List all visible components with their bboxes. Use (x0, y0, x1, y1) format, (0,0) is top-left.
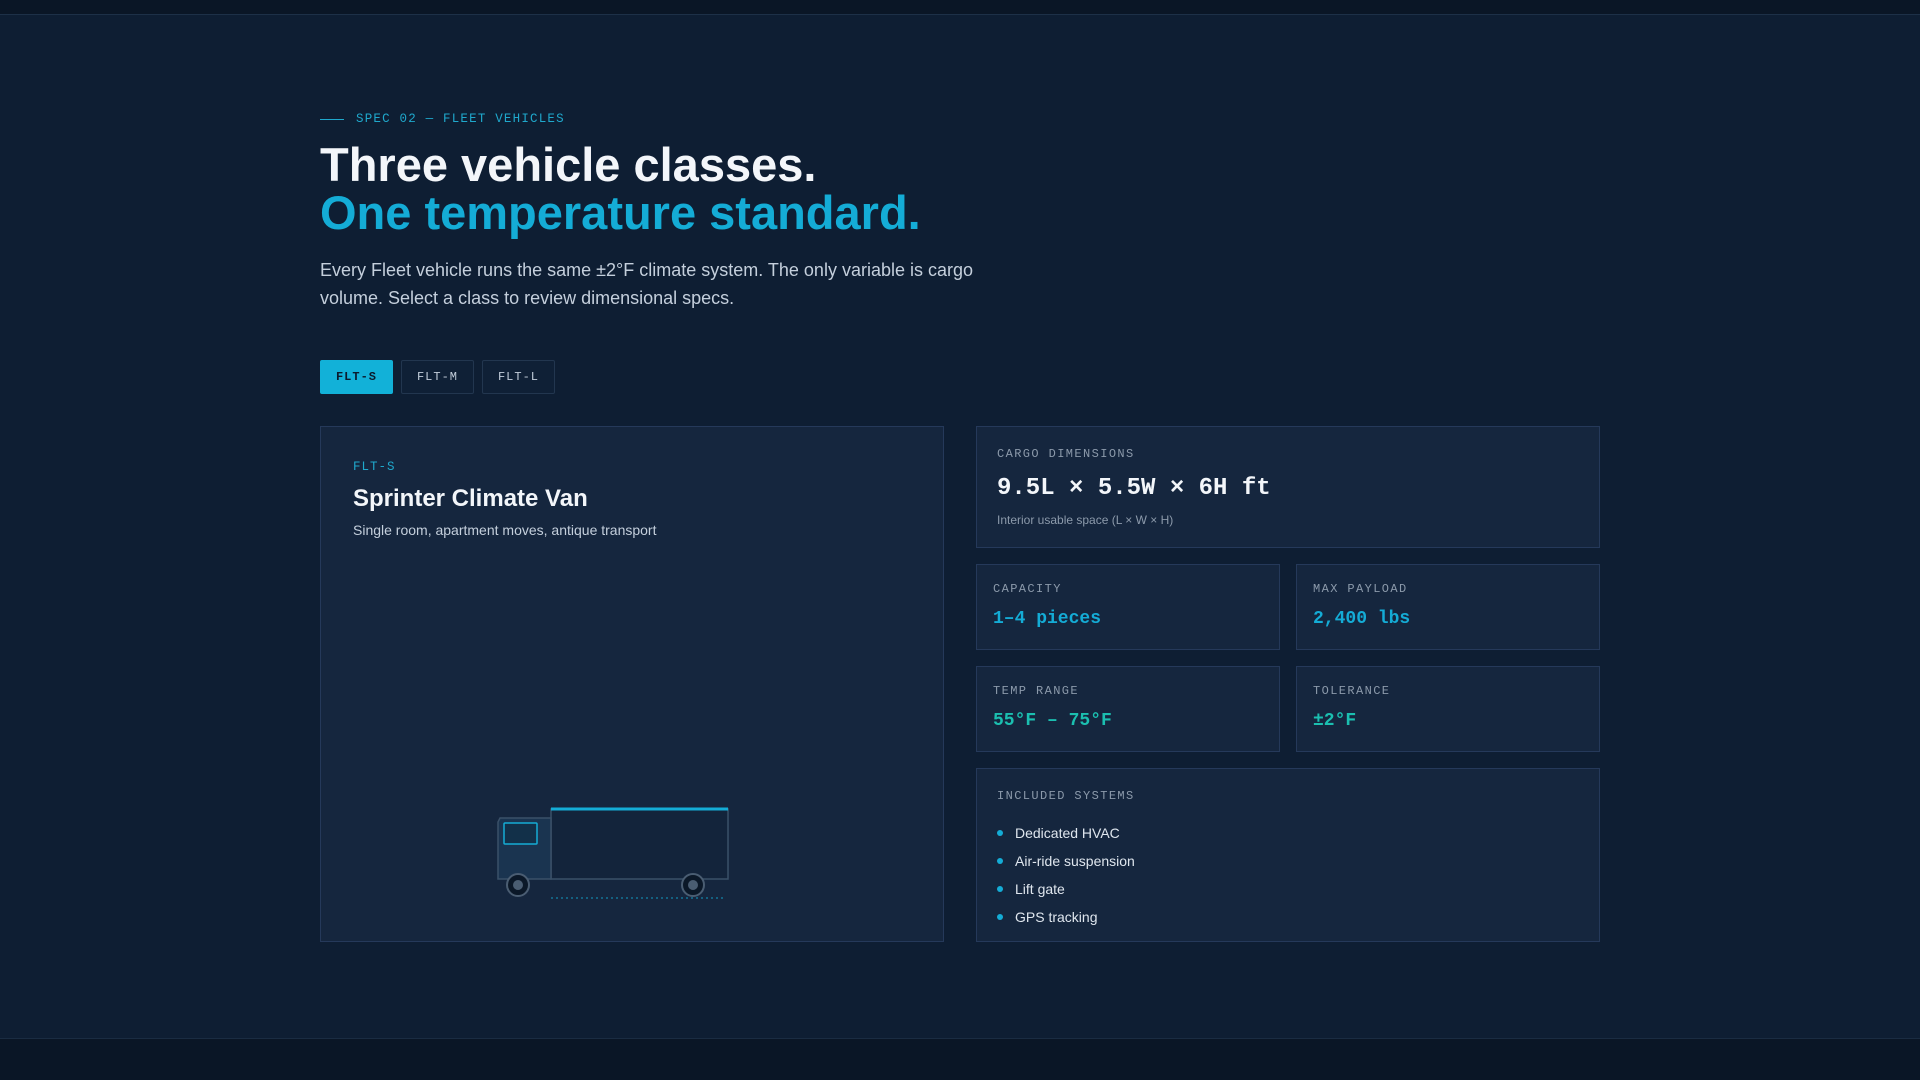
bullet-icon (997, 858, 1003, 864)
list-item: Air-ride suspension (997, 847, 1135, 875)
dimensions-note: Interior usable space (L × W × H) (997, 513, 1174, 527)
systems-list: Dedicated HVAC Air-ride suspension Lift … (997, 819, 1135, 931)
list-item: GPS tracking (997, 903, 1135, 931)
eyebrow-rule (320, 118, 344, 120)
system-label: Air-ride suspension (1015, 853, 1135, 869)
list-item: Lift gate (997, 875, 1135, 903)
section-headline: Three vehicle classes. One temperature s… (320, 141, 1320, 237)
bottom-bar (0, 1038, 1920, 1080)
van-icon (497, 807, 729, 899)
payload-value: 2,400 lbs (1313, 609, 1411, 629)
cargo-dimensions-panel: CARGO DIMENSIONS 9.5L × 5.5W × 6H ft Int… (976, 426, 1600, 548)
headline-line-1: Three vehicle classes. (320, 138, 817, 191)
temp-range-value: 55°F – 75°F (993, 711, 1112, 731)
system-label: Dedicated HVAC (1015, 825, 1120, 841)
dimensions-label: CARGO DIMENSIONS (997, 447, 1135, 461)
vehicle-class-tabs: FLT-S FLT-M FLT-L (320, 360, 555, 394)
vehicle-name: Sprinter Climate Van (353, 485, 588, 512)
bullet-icon (997, 914, 1003, 920)
vehicle-card: FLT-S Sprinter Climate Van Single room, … (320, 426, 944, 942)
system-label: Lift gate (1015, 881, 1065, 897)
systems-label: INCLUDED SYSTEMS (997, 789, 1135, 803)
tab-flt-m[interactable]: FLT-M (401, 360, 474, 394)
payload-panel: MAX PAYLOAD 2,400 lbs (1296, 564, 1600, 650)
eyebrow-text: SPEC 02 — FLEET VEHICLES (356, 112, 565, 126)
tab-flt-s[interactable]: FLT-S (320, 360, 393, 394)
temp-range-label: TEMP RANGE (993, 684, 1080, 698)
vehicle-code: FLT-S (353, 460, 396, 474)
vehicle-description: Single room, apartment moves, antique tr… (353, 522, 657, 538)
system-label: GPS tracking (1015, 909, 1098, 925)
included-systems-panel: INCLUDED SYSTEMS Dedicated HVAC Air-ride… (976, 768, 1600, 942)
payload-label: MAX PAYLOAD (1313, 582, 1408, 596)
dimensions-value: 9.5L × 5.5W × 6H ft (997, 475, 1271, 502)
capacity-value: 1–4 pieces (993, 609, 1102, 629)
top-bar (0, 0, 1920, 15)
bullet-icon (997, 830, 1003, 836)
list-item: Dedicated HVAC (997, 819, 1135, 847)
capacity-panel: CAPACITY 1–4 pieces (976, 564, 1280, 650)
bullet-icon (997, 886, 1003, 892)
headline-line-2: One temperature standard. (320, 186, 921, 239)
section-lead: Every Fleet vehicle runs the same ±2°F c… (320, 260, 974, 308)
tolerance-value: ±2°F (1313, 711, 1357, 731)
section-eyebrow: SPEC 02 — FLEET VEHICLES (320, 112, 565, 126)
tolerance-label: TOLERANCE (1313, 684, 1391, 698)
tab-flt-l[interactable]: FLT-L (482, 360, 555, 394)
capacity-label: CAPACITY (993, 582, 1062, 596)
tolerance-panel: TOLERANCE ±2°F (1296, 666, 1600, 752)
temp-range-panel: TEMP RANGE 55°F – 75°F (976, 666, 1280, 752)
